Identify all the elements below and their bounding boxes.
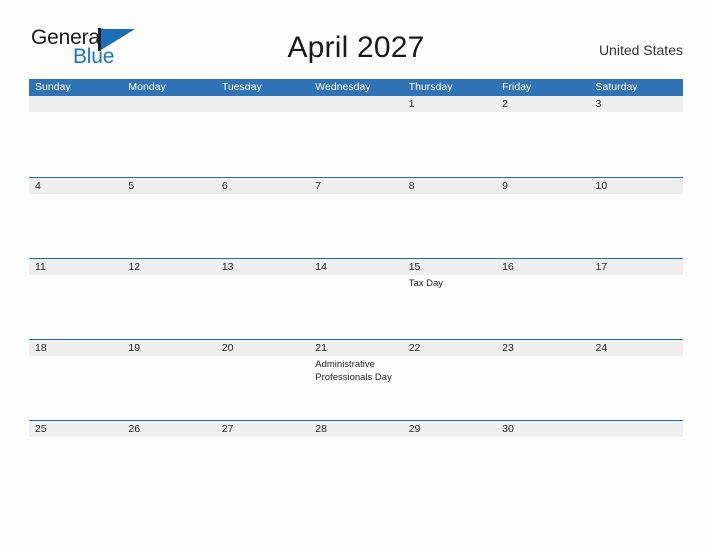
day-cell[interactable]: 30 (496, 421, 589, 501)
weekday-header-saturday: Saturday (595, 81, 638, 93)
day-cell-empty (590, 421, 683, 501)
day-number: 12 (128, 261, 141, 273)
day-cell[interactable]: 22 (403, 340, 496, 420)
day-events: Administrative Professionals Day (315, 356, 402, 384)
day-cell[interactable]: 29 (403, 421, 496, 501)
day-events: Tax Day (409, 275, 496, 291)
day-cell[interactable]: 15 Tax Day (403, 259, 496, 339)
day-cell[interactable]: 11 (29, 259, 122, 339)
weekday-header-friday: Friday (502, 81, 532, 93)
day-number: 15 (408, 261, 421, 273)
day-number: 9 (502, 180, 508, 192)
weekday-header-sunday: Sunday (35, 81, 71, 93)
day-cell[interactable]: 27 (216, 421, 309, 501)
day-number: 13 (221, 261, 234, 273)
day-cell[interactable]: 10 (590, 178, 683, 258)
day-number: 27 (221, 423, 234, 435)
day-cell[interactable]: 18 (29, 340, 122, 420)
locale-label: United States (598, 42, 683, 58)
day-number: 29 (408, 423, 421, 435)
day-cell[interactable]: 12 (122, 259, 215, 339)
day-number: 10 (595, 180, 608, 192)
weekday-header-tuesday: Tuesday (221, 81, 262, 93)
day-cell[interactable]: 25 (29, 421, 122, 501)
day-cell[interactable]: 21 Administrative Professionals Day (309, 340, 402, 420)
day-number: 17 (595, 261, 608, 273)
day-cell[interactable]: 20 (216, 340, 309, 420)
calendar-body: 1 2 3 4 5 6 7 8 9 10 11 12 13 14 15 Tax Day 16 17 18 19 20 21… (29, 96, 683, 501)
calendar-week-row: 4 5 6 7 8 9 10 (29, 177, 683, 258)
day-number: 14 (315, 261, 327, 273)
day-cell[interactable]: 13 (216, 259, 309, 339)
calendar-week-row: 18 19 20 21 Administrative Professionals Day… (29, 339, 683, 420)
day-number: 6 (221, 180, 228, 192)
weekday-header-thursday: Thursday (408, 81, 453, 93)
day-cell[interactable]: 2 (496, 96, 589, 177)
day-number: 25 (35, 423, 47, 435)
day-cell[interactable]: 28 (309, 421, 402, 501)
day-cell[interactable]: 14 (309, 259, 402, 339)
week-cells: 25 26 27 28 29 30 (29, 421, 683, 501)
calendar-table: Sunday Monday Tuesday Wednesday Thursday Frid… (29, 79, 683, 501)
day-number: 23 (502, 342, 514, 354)
day-number: 26 (128, 423, 141, 435)
day-cell[interactable]: 26 (122, 421, 215, 501)
day-number: 4 (35, 180, 41, 192)
day-number: 30 (502, 423, 514, 435)
page-header: General Blue April 2027 United States (0, 0, 712, 68)
day-cell-empty (309, 96, 402, 177)
day-number: 22 (408, 342, 421, 354)
weekday-header-row: Sunday Monday Tuesday Wednesday Thursday Frid… (29, 79, 683, 96)
day-number: 1 (408, 98, 415, 110)
week-cells: 1 2 3 (29, 96, 683, 177)
day-cell[interactable]: 19 (122, 340, 215, 420)
weekday-header-wednesday: Wednesday (315, 81, 371, 93)
day-number: 16 (502, 261, 514, 273)
day-number: 20 (221, 342, 234, 354)
day-cell-empty (216, 96, 309, 177)
day-cell[interactable]: 17 (590, 259, 683, 339)
day-cell[interactable]: 8 (403, 178, 496, 258)
day-event-label: Administrative Professionals Day (315, 359, 392, 383)
day-cell[interactable]: 3 (590, 96, 683, 177)
day-event-label: Tax Day (408, 278, 444, 289)
day-number: 8 (408, 180, 415, 192)
week-cells: 11 12 13 14 15 Tax Day 16 17 (29, 259, 683, 339)
day-number: 18 (35, 342, 47, 354)
day-cell[interactable]: 5 (122, 178, 215, 258)
day-number: 5 (128, 180, 135, 192)
week-cells: 18 19 20 21 Administrative Professionals Day… (29, 340, 683, 420)
week-cells: 4 5 6 7 8 9 10 (29, 178, 683, 258)
day-cell-empty (29, 96, 122, 177)
calendar-week-row: 1 2 3 (29, 96, 683, 177)
day-cell[interactable]: 9 (496, 178, 589, 258)
day-number: 7 (315, 180, 322, 192)
day-cell[interactable]: 4 (29, 178, 122, 258)
day-cell[interactable]: 16 (496, 259, 589, 339)
weekday-header-monday: Monday (128, 81, 166, 93)
day-number: 3 (595, 98, 602, 110)
day-cell[interactable]: 24 (590, 340, 683, 420)
day-number: 21 (315, 342, 327, 354)
day-cell[interactable]: 23 (496, 340, 589, 420)
day-number: 28 (315, 423, 327, 435)
day-number: 2 (502, 98, 508, 110)
calendar-week-row: 11 12 13 14 15 Tax Day 16 17 (29, 258, 683, 339)
calendar-week-row: 25 26 27 28 29 30 (29, 420, 683, 501)
day-number: 24 (595, 342, 608, 354)
day-number: 11 (35, 261, 46, 273)
day-cell[interactable]: 6 (216, 178, 309, 258)
day-cell-empty (122, 96, 215, 177)
day-cell[interactable]: 7 (309, 178, 402, 258)
day-number: 19 (128, 342, 141, 354)
day-cell[interactable]: 1 (403, 96, 496, 177)
